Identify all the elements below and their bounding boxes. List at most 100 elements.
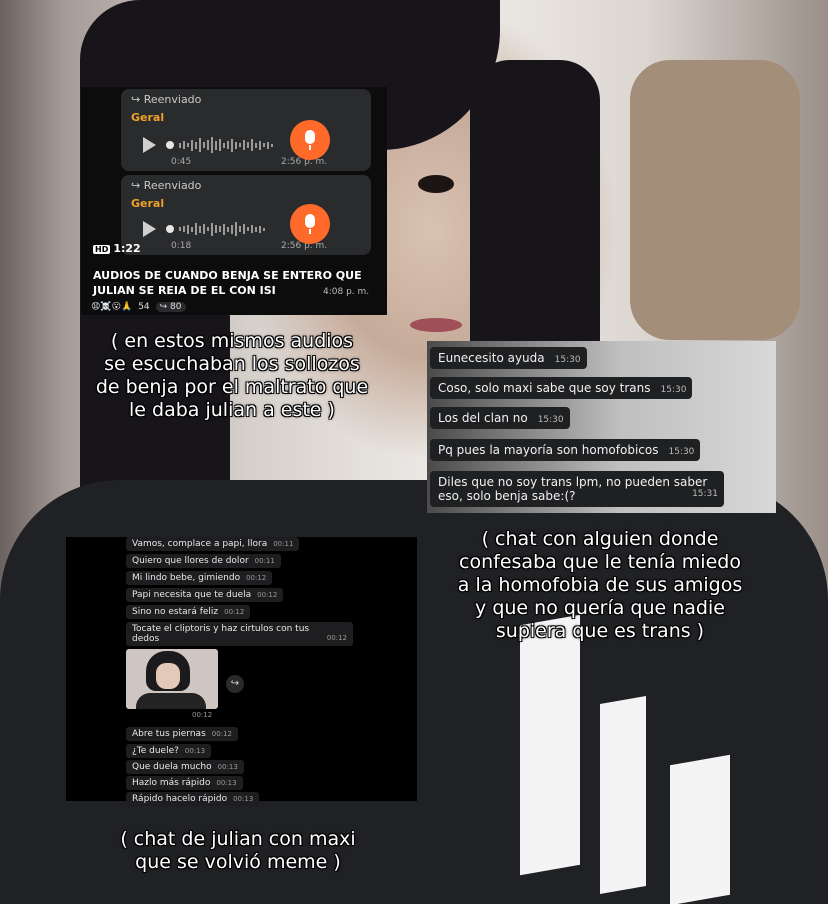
chat-message: ¿Te duele? 00:13 [126, 744, 212, 758]
message-text: Papi necesita que te duela [132, 590, 252, 600]
voice-message: ↪ Reenviado Geral 0:18 2:56 p. m. [121, 175, 371, 255]
chat-message: Abre tus piernas 00:12 [126, 727, 238, 741]
caption-line: de benja por el maltrato que [95, 376, 369, 398]
caption-chat: ( chat con alguien donde confesaba que l… [430, 528, 770, 643]
caption-line: ( en estos mismos audios [110, 330, 354, 352]
post-caption: AUDIOS DE CUANDO BENJA SE ENTERO QUE JUL… [93, 268, 362, 298]
chat-message: Tocate el cliptoris y haz cirtulos con t… [126, 622, 353, 646]
chat-message: Diles que no soy trans lpm, no pueden sa… [430, 471, 724, 507]
caption-line: que se volvió meme ) [135, 851, 341, 873]
forward-count-badge[interactable]: ↪ 80 [155, 302, 186, 312]
jacket-logo-2 [600, 695, 646, 895]
chat-message: Papi necesita que te duela 00:12 [126, 588, 284, 602]
voice-message: ↪ Reenviado Geral 0:45 2:56 p. m. [121, 89, 371, 171]
message-time: 00:11 [254, 557, 275, 565]
forwarded-label: ↪ Reenviado [131, 93, 202, 106]
message-text: dedos [132, 634, 160, 644]
message-time: 00:13 [217, 763, 238, 771]
hd-badge: HD [93, 245, 111, 254]
play-icon[interactable] [143, 221, 156, 237]
message-text: Pq pues la mayoría son homofobicos [438, 443, 659, 457]
chat-message: Mi lindo bebe, gimiendo 00:12 [126, 571, 273, 585]
chat-screenshot: Eunecesito ayuda 15:30 Coso, solo maxi sa… [427, 341, 776, 513]
mic-button[interactable] [290, 204, 330, 244]
message-time: 00:12 [211, 730, 232, 738]
forward-count: 80 [170, 302, 182, 312]
reaction-emojis[interactable]: 😧☠️😮🙏 [91, 302, 132, 312]
mic-button[interactable] [290, 120, 330, 160]
chat-message: Los del clan no 15:30 [430, 407, 570, 429]
waveform[interactable] [179, 136, 273, 154]
mic-stand [309, 229, 311, 234]
eye [418, 175, 454, 193]
message-text: Abre tus piernas [132, 729, 206, 739]
caption-line: se escuchaban los sollozos [104, 353, 360, 375]
post-time: 4:08 p. m. [323, 287, 370, 297]
chat-message: Coso, solo maxi sabe que soy trans 15:30 [430, 377, 693, 399]
waveform[interactable] [179, 220, 265, 238]
chat-message: Que duela mucho 00:13 [126, 760, 244, 774]
chat-message: Sino no estará feliz 00:12 [126, 605, 251, 619]
forward-icon[interactable]: ↪ [226, 675, 244, 693]
caption-line: a la homofobia de sus amigos [457, 574, 743, 596]
message-time: 00:12 [326, 634, 347, 642]
caption-line: JULIAN SE REIA DE EL CON ISI [93, 284, 276, 297]
caption-line: supiera que es trans ) [495, 620, 705, 642]
sender-name: Geral [131, 197, 165, 210]
message-text: Sino no estará feliz [132, 607, 219, 617]
jacket-logo [520, 614, 580, 876]
photo-shirt [136, 693, 206, 709]
image-time: 00:12 [192, 711, 213, 719]
caption-line: confesaba que le tenía miedo [459, 551, 741, 573]
jacket-logo-3 [670, 754, 730, 904]
message-text: Que duela mucho [132, 762, 212, 772]
seek-handle[interactable] [166, 225, 174, 233]
audio-duration: 0:45 [171, 157, 192, 167]
message-time: 00:11 [273, 540, 294, 548]
message-time: 15:30 [660, 385, 687, 395]
message-text: Quiero que llores de dolor [132, 556, 249, 566]
message-text: Los del clan no [438, 411, 528, 425]
message-text: Hazlo más rápido [132, 778, 211, 788]
caption-audios: ( en estos mismos audios se escuchaban l… [62, 330, 402, 422]
mic-icon [305, 214, 315, 228]
message-time: 00:12 [257, 591, 278, 599]
video-length-badge: HD 1:22 [93, 242, 141, 255]
forwarded-label: ↪ Reenviado [131, 179, 202, 192]
message-time: 00:12 [224, 608, 245, 616]
message-text: Rápido hacelo rápido [132, 794, 228, 804]
message-text: Vamos, complace a papi, llora [132, 539, 268, 549]
reaction-count: 54 [138, 302, 150, 312]
message-text: Mi lindo bebe, gimiendo [132, 573, 241, 583]
chat-message: Pq pues la mayoría son homofobicos 15:30 [430, 439, 701, 461]
seek-handle[interactable] [166, 141, 174, 149]
message-time: 00:13 [184, 747, 206, 755]
caption-line: y que no quería que nadie [475, 597, 725, 619]
chat-message: Hazlo más rápido 00:13 [126, 776, 243, 790]
message-text: Coso, solo maxi sabe que soy trans [438, 381, 651, 395]
caption-line: le daba julian a este ) [129, 399, 335, 421]
video-length: 1:22 [113, 242, 141, 255]
photo-face [156, 663, 180, 689]
message-text: Tocate el cliptoris y haz cirtulos con t… [132, 624, 310, 634]
caption-meme: ( chat de julian con maxi que se volvió … [68, 828, 408, 874]
message-time: 00:13 [233, 795, 254, 803]
reactions-bar[interactable]: 😧☠️😮🙏 54 ↪ 80 [91, 302, 186, 312]
image-message[interactable] [126, 649, 218, 709]
sender-name: Geral [131, 111, 165, 124]
message-text: eso, solo benja sabe:(? [438, 489, 576, 503]
message-time: 00:13 [216, 779, 237, 787]
chat-message: Vamos, complace a papi, llora 00:11 [126, 537, 300, 551]
lips [410, 318, 462, 332]
message-text: ¿Te duele? [132, 746, 179, 756]
chat-message: Rápido hacelo rápido 00:13 [126, 792, 260, 806]
play-icon[interactable] [143, 137, 156, 153]
message-time: 15:30 [668, 447, 695, 457]
message-time: 00:12 [246, 574, 267, 582]
message-time: 15:30 [554, 355, 581, 365]
chat-message: Eunecesito ayuda 15:30 [430, 347, 587, 369]
message-text: Eunecesito ayuda [438, 351, 545, 365]
mic-icon [305, 130, 315, 144]
caption-line: ( chat con alguien donde [481, 528, 719, 550]
mic-stand [309, 145, 311, 150]
